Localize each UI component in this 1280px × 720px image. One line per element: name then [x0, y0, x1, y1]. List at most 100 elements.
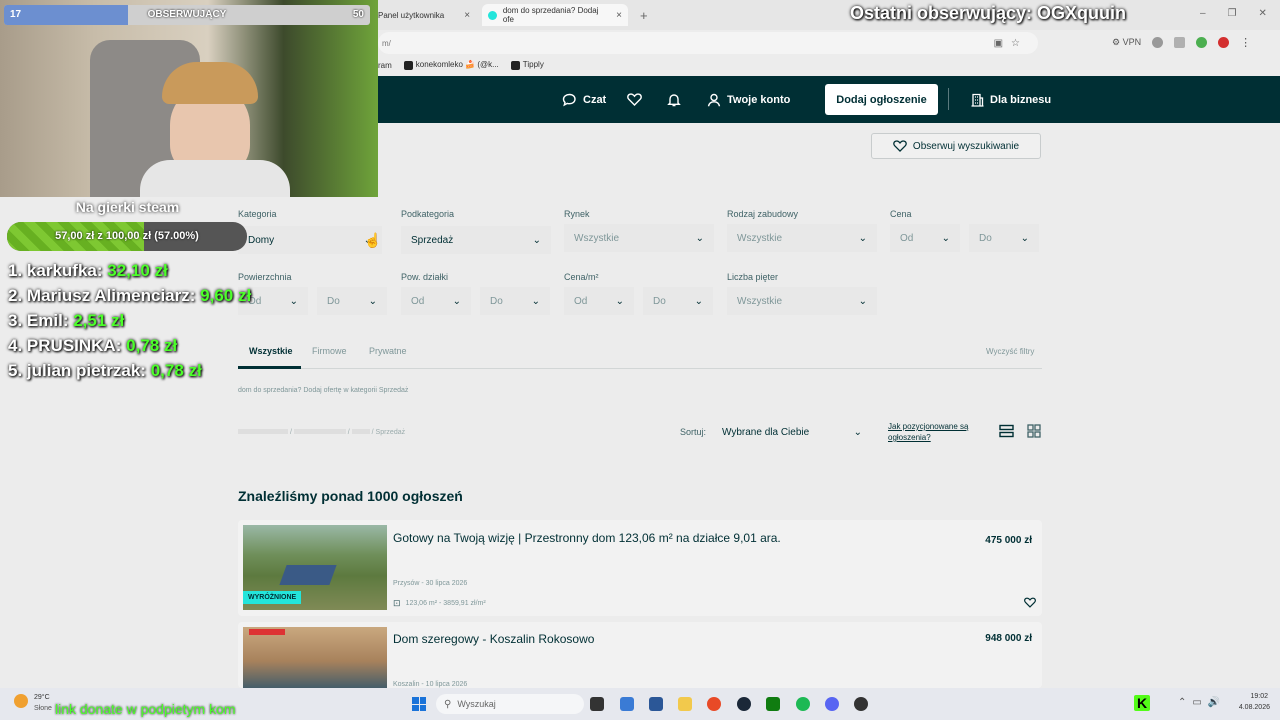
discord-icon[interactable] — [825, 697, 839, 711]
widgets-icon[interactable] — [620, 697, 634, 711]
system-tray-icons[interactable]: ⌃▭🔊 — [1178, 697, 1226, 708]
floors-select[interactable]: Wszystkie ⌄ — [727, 287, 877, 315]
listing-location: Przysów - 30 lipca 2026 — [393, 580, 468, 587]
filter-label-subcategory: Podkategoria — [401, 209, 455, 219]
breadcrumb-item[interactable] — [351, 429, 370, 434]
bookmark-star-icon[interactable]: ▣☆ — [994, 38, 1028, 49]
market-value: Wszystkie — [574, 232, 619, 244]
clock-date[interactable]: 4.08.2026 — [1228, 704, 1270, 711]
close-icon[interactable]: × — [616, 10, 622, 21]
clear-filters-link[interactable]: Wyczyść filtry — [986, 347, 1034, 356]
breadcrumb-item[interactable] — [293, 429, 346, 434]
subcategory-select[interactable]: Sprzedaż ⌄ — [401, 226, 551, 254]
favorites-link[interactable] — [627, 76, 642, 123]
weather-sun-icon — [14, 694, 28, 708]
obs-icon[interactable] — [854, 697, 868, 711]
vpn-badge[interactable]: ⚙ VPN — [1112, 37, 1141, 48]
tipply-icon — [510, 60, 520, 70]
tab-private[interactable]: Prywatne — [369, 346, 407, 356]
top-donor-row: 5. julian pietrzak: 0,78 zł — [8, 361, 202, 381]
follower-goal-label: OBSERWUJĄCY — [147, 9, 227, 20]
close-icon[interactable]: × — [464, 10, 470, 21]
windows-start-icon[interactable] — [412, 697, 426, 711]
browser-tab-listing[interactable]: dom do sprzedania? Dodaj ofe × — [482, 4, 628, 26]
donor-rank: 1. — [8, 261, 23, 280]
task-view-icon[interactable] — [590, 697, 604, 711]
chevron-down-icon: ⌄ — [853, 426, 862, 438]
sort-value: Wybrane dla Ciebie — [722, 426, 810, 438]
sort-select[interactable]: Wybrane dla Ciebie ⌄ — [712, 418, 872, 446]
opera-icon[interactable] — [1218, 37, 1230, 48]
price-to-value: Do — [979, 232, 992, 244]
bookmark-item[interactable]: Tipply — [510, 60, 544, 70]
filter-label-market: Rynek — [564, 209, 590, 219]
file-explorer-icon[interactable] — [678, 697, 692, 711]
taskbar-search-placeholder: Wyszukaj — [457, 699, 496, 709]
extension-icon[interactable] — [1174, 37, 1186, 48]
chevron-down-icon: ⌄ — [532, 234, 541, 246]
listing-photo[interactable] — [243, 627, 387, 688]
new-tab-button[interactable]: + — [634, 4, 654, 26]
xbox-icon[interactable] — [766, 697, 780, 711]
listing-title[interactable]: Gotowy na Twoją wizję | Przestronny dom … — [393, 531, 793, 545]
clock-time[interactable]: 19:02 — [1228, 693, 1268, 700]
steam-icon[interactable] — [737, 697, 751, 711]
firefox-icon[interactable] — [707, 697, 721, 711]
minimize-icon[interactable]: – — [1200, 8, 1206, 19]
top-donor-row: 4. PRUSINKA: 0,78 zł — [8, 336, 177, 356]
donor-amount: 0,78 zł — [126, 336, 178, 355]
listing-meta-text: 123,06 m² - 3859,91 zł/m² — [405, 600, 486, 607]
filter-label-area: Powierzchnia — [238, 272, 292, 282]
price-to-select[interactable]: Do ⌄ — [969, 224, 1039, 252]
favorite-heart-icon[interactable] — [1024, 597, 1036, 608]
price-m2-to-select[interactable]: Do ⌄ — [643, 287, 713, 315]
business-link[interactable]: Dla biznesu — [971, 76, 1051, 123]
tab-label: dom do sprzedania? Dodaj ofe — [502, 6, 599, 24]
listing-title[interactable]: Dom szeregowy - Koszalin Rokosowo — [393, 632, 793, 646]
price-m2-to-value: Do — [653, 295, 666, 307]
store-icon[interactable] — [649, 697, 663, 711]
account-link[interactable]: Twoje konto — [707, 76, 790, 123]
bookmark-item[interactable]: konekomleko 🍰 (@k... — [403, 60, 499, 70]
bookmark-item[interactable]: ram — [378, 61, 392, 70]
positioning-info-link[interactable]: Jak pozycjonowane są ogłoszenia? — [888, 421, 969, 443]
market-select[interactable]: Wszystkie ⌄ — [564, 224, 714, 252]
subcategory-value: Sprzedaż — [411, 234, 454, 246]
shield-icon[interactable] — [1196, 37, 1208, 48]
listing-photo[interactable]: WYRÓŻNIONE — [243, 525, 387, 610]
plot-to-select[interactable]: Do ⌄ — [480, 287, 550, 315]
listing-card[interactable]: Dom szeregowy - Koszalin Rokosowo 948 00… — [238, 622, 1042, 688]
menu-icon[interactable]: ⋮ — [1240, 36, 1251, 49]
list-view-icon[interactable] — [999, 424, 1014, 438]
business-label: Dla biznesu — [990, 93, 1052, 106]
tab-all[interactable]: Wszystkie — [249, 346, 293, 356]
donor-rank: 2. — [8, 286, 23, 305]
listing-price: 475 000 zł — [985, 535, 1032, 546]
category-select[interactable]: Domy ⌄ — [238, 226, 382, 254]
area-to-value: Do — [327, 295, 340, 307]
follow-search-button[interactable]: Obserwuj wyszukiwanie — [871, 133, 1041, 159]
grid-view-icon[interactable] — [1027, 424, 1041, 438]
address-bar[interactable]: m/ ▣☆ — [378, 32, 1038, 54]
building-type-select[interactable]: Wszystkie ⌄ — [727, 224, 877, 252]
notifications-link[interactable] — [667, 76, 681, 123]
chat-link[interactable]: Czat — [562, 76, 606, 123]
spotify-icon[interactable] — [796, 697, 810, 711]
browser-tab-panel[interactable]: Panel użytkownika × — [372, 4, 482, 26]
post-ad-button[interactable]: Dodaj ogłoszenie — [825, 84, 938, 115]
listing-card[interactable]: WYRÓŻNIONE Gotowy na Twoją wizję | Przes… — [238, 520, 1042, 616]
taskbar-search[interactable]: ⚲ Wyszukaj — [436, 694, 584, 714]
weather-desc: Słone — [34, 705, 52, 712]
maximize-icon[interactable]: ❐ — [1228, 8, 1237, 19]
close-window-icon[interactable]: ✕ — [1259, 8, 1267, 19]
price-m2-from-select[interactable]: Od ⌄ — [564, 287, 634, 315]
tab-business[interactable]: Firmowe — [312, 346, 347, 356]
account-label: Twoje konto — [727, 93, 791, 106]
profile-icon[interactable] — [1152, 37, 1164, 48]
area-to-select[interactable]: Do ⌄ — [317, 287, 387, 315]
chevron-down-icon: ⌄ — [694, 295, 703, 307]
price-from-select[interactable]: Od ⌄ — [890, 224, 960, 252]
plot-from-select[interactable]: Od ⌄ — [401, 287, 471, 315]
follower-goal-bar: 17 OBSERWUJĄCY 50 — [4, 5, 370, 25]
breadcrumb-item[interactable] — [238, 429, 288, 434]
